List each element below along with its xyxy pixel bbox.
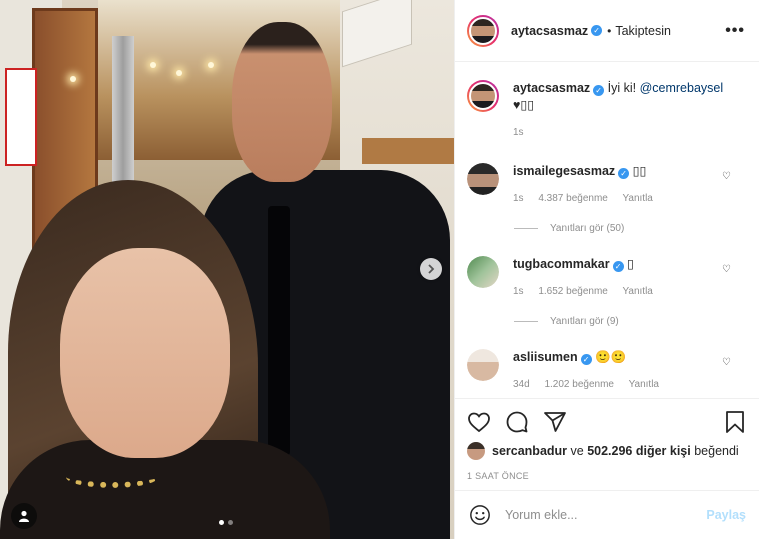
comment-avatar[interactable] <box>467 349 499 381</box>
comment-username[interactable]: asliisumen <box>513 350 578 364</box>
carousel-dots <box>219 520 233 525</box>
more-options-icon[interactable]: ••• <box>725 22 745 40</box>
liker-avatar[interactable] <box>467 442 485 460</box>
photo-man-head <box>232 22 332 182</box>
comment-likes[interactable]: 4.387 beğenme <box>538 193 608 204</box>
comment-text: ▯ <box>627 257 634 271</box>
post-timestamp[interactable]: 1 SAAT ÖNCE <box>467 471 746 481</box>
add-comment-bar: Paylaş <box>455 490 759 539</box>
post-caption: aytacsasmaz ✓ İyi ki! @cemrebaysel ♥▯▯ 1s <box>467 62 747 141</box>
likes-summary: sercanbadur ve 502.296 diğer kişi beğend… <box>467 442 746 460</box>
likes-count-link[interactable]: 502.296 diğer kişi <box>587 444 691 458</box>
caption-second-line: ♥▯▯ <box>513 98 535 112</box>
heart-outline-icon[interactable]: ♡ <box>722 357 731 368</box>
photo-woman-face <box>60 248 230 458</box>
carousel-dot <box>228 520 233 525</box>
verified-badge-icon: ✓ <box>618 168 630 179</box>
carousel-dot-active <box>219 520 224 525</box>
comment-bubble-icon[interactable] <box>505 410 529 434</box>
post-comment-button[interactable]: Paylaş <box>706 508 746 522</box>
photo-light <box>176 70 182 76</box>
comment-age[interactable]: 1s <box>513 193 524 204</box>
post-photo[interactable] <box>0 0 454 539</box>
liker-username[interactable]: sercanbadur <box>492 444 567 458</box>
caption-username[interactable]: aytacsasmaz <box>513 81 590 95</box>
photo-shelf <box>362 138 454 164</box>
caption-text: İyi ki! <box>607 81 640 95</box>
post-actions: sercanbadur ve 502.296 diğer kişi beğend… <box>455 398 759 481</box>
comment-username[interactable]: tugbacommakar <box>513 257 610 271</box>
caption-age[interactable]: 1s <box>513 127 524 138</box>
comment-item: tugbacommakar ✓ ▯ 1s 1.652 beğenme Yanıtl… <box>467 256 747 300</box>
comment-age[interactable]: 34d <box>513 379 530 390</box>
verified-badge-icon: ✓ <box>580 354 592 365</box>
likes-suffix: beğendi <box>690 444 739 458</box>
reply-button[interactable]: Yanıtla <box>622 286 652 297</box>
verified-badge-icon: ✓ <box>591 25 603 36</box>
comment-age[interactable]: 1s <box>513 286 524 297</box>
photo-necklace <box>66 466 158 488</box>
like-heart-icon[interactable] <box>467 410 491 434</box>
comment-text: ▯▯ <box>632 164 647 178</box>
comment-input[interactable] <box>505 508 707 522</box>
photo-sign <box>5 68 37 166</box>
comment-item: asliisumen ✓ 🙂🙂 34d 1.202 beğenme Yanıtla… <box>467 349 747 393</box>
heart-outline-icon[interactable]: ♡ <box>722 264 731 275</box>
caption-body: aytacsasmaz ✓ İyi ki! @cemrebaysel ♥▯▯ 1s <box>513 80 723 141</box>
bookmark-icon[interactable] <box>724 410 746 434</box>
comment-text: 🙂🙂 <box>595 350 627 364</box>
comment-username[interactable]: ismailegesasmaz <box>513 164 615 178</box>
reply-button[interactable]: Yanıtla <box>622 193 652 204</box>
tagged-users-button[interactable] <box>11 503 37 529</box>
follow-state-button[interactable]: Takiptesin <box>615 24 671 38</box>
caption-mention-link[interactable]: @cemrebaysel <box>640 81 724 95</box>
verified-badge-icon: ✓ <box>593 85 605 96</box>
separator-dot: • <box>607 23 612 38</box>
instagram-post: aytacsasmaz ✓ • Takiptesin ••• aytacsasm… <box>0 0 759 539</box>
share-send-icon[interactable] <box>543 410 567 434</box>
comment-item: ismailegesasmaz ✓ ▯▯ 1s 4.387 beğenme Yan… <box>467 163 747 207</box>
photo-light <box>70 76 76 82</box>
view-replies-button[interactable]: Yanıtları gör (9) <box>514 316 747 327</box>
comment-avatar[interactable] <box>467 163 499 195</box>
post-sidebar: aytacsasmaz ✓ • Takiptesin ••• aytacsasm… <box>454 0 759 539</box>
author-username[interactable]: aytacsasmaz <box>511 24 588 38</box>
photo-tie <box>268 206 290 456</box>
author-avatar[interactable] <box>467 14 499 47</box>
reply-button[interactable]: Yanıtla <box>629 379 659 390</box>
chevron-right-icon <box>428 264 435 274</box>
emoji-icon[interactable] <box>469 504 491 526</box>
view-replies-button[interactable]: Yanıtları gör (50) <box>514 223 747 234</box>
comment-likes[interactable]: 1.202 beğenme <box>544 379 614 390</box>
comment-likes[interactable]: 1.652 beğenme <box>538 286 608 297</box>
carousel-next-button[interactable] <box>420 258 442 280</box>
comments-list[interactable]: aytacsasmaz ✓ İyi ki! @cemrebaysel ♥▯▯ 1s… <box>455 62 759 398</box>
user-tag-icon <box>19 510 29 522</box>
heart-outline-icon[interactable]: ♡ <box>722 171 731 182</box>
verified-badge-icon: ✓ <box>612 261 624 272</box>
post-header: aytacsasmaz ✓ • Takiptesin ••• <box>455 0 759 62</box>
photo-light <box>150 62 156 68</box>
likes-connector: ve <box>567 444 588 458</box>
photo-light <box>208 62 214 68</box>
comment-avatar[interactable] <box>467 256 499 288</box>
caption-avatar[interactable] <box>467 80 499 112</box>
